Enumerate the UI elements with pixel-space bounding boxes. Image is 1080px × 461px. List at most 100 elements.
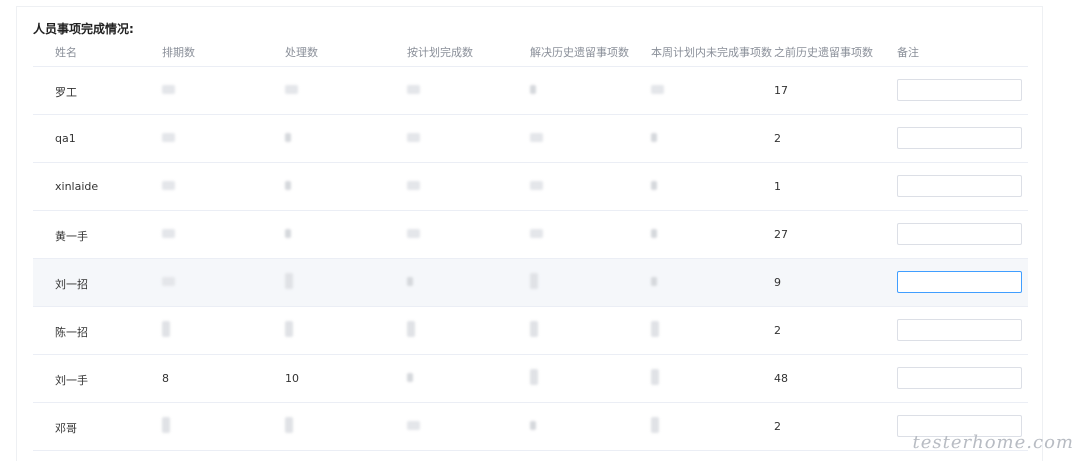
cell-on-plan bbox=[407, 420, 420, 433]
cell-unfinished bbox=[651, 132, 657, 145]
cell-prior-legacy: 9 bbox=[774, 276, 781, 289]
remark-input[interactable] bbox=[897, 319, 1022, 341]
column-header-remark: 备注 bbox=[897, 46, 919, 59]
column-header-on-plan: 按计划完成数 bbox=[407, 46, 473, 59]
person-name: 罗工 bbox=[55, 86, 77, 99]
cell-on-plan bbox=[407, 84, 420, 97]
redacted-value bbox=[530, 85, 536, 94]
column-header-resolved-legacy: 解决历史遗留事项数 bbox=[530, 46, 629, 59]
table-row: 邓哥 2 bbox=[33, 403, 1028, 451]
remark-input[interactable] bbox=[897, 223, 1022, 245]
person-name: qa1 bbox=[55, 132, 76, 145]
table-row: qa1 2 bbox=[33, 115, 1028, 163]
cell-prior-legacy: 2 bbox=[774, 132, 781, 145]
cell-resolved-legacy bbox=[530, 180, 543, 193]
cell-unfinished bbox=[651, 84, 664, 97]
cell-unfinished bbox=[651, 417, 659, 436]
redacted-value bbox=[530, 321, 538, 337]
redacted-value bbox=[407, 421, 420, 430]
redacted-value bbox=[651, 133, 657, 142]
redacted-value bbox=[407, 277, 413, 286]
redacted-value bbox=[530, 273, 538, 289]
table-row: 罗工 17 bbox=[33, 67, 1028, 115]
redacted-value bbox=[407, 229, 420, 238]
cell-scheduled: 8 bbox=[162, 372, 169, 385]
table-row: xinlaide 1 bbox=[33, 163, 1028, 211]
redacted-value bbox=[530, 229, 543, 238]
cell-handled bbox=[285, 228, 291, 241]
redacted-value bbox=[407, 181, 420, 190]
cell-scheduled bbox=[162, 321, 170, 340]
section-title: 人员事项完成情况: bbox=[33, 22, 134, 36]
cell-prior-legacy: 2 bbox=[774, 324, 781, 337]
column-header-unfinished: 本周计划内未完成事项数 bbox=[651, 46, 772, 59]
cell-prior-legacy: 17 bbox=[774, 84, 788, 97]
cell-unfinished bbox=[651, 228, 657, 241]
table-row: 刘一手 8 10 48 bbox=[33, 355, 1028, 403]
cell-prior-legacy: 2 bbox=[774, 420, 781, 433]
redacted-value bbox=[651, 417, 659, 433]
cell-scheduled bbox=[162, 84, 175, 97]
cell-handled bbox=[285, 84, 298, 97]
redacted-value bbox=[530, 133, 543, 142]
table-row: 刘一招 9 bbox=[33, 259, 1028, 307]
redacted-value bbox=[651, 369, 659, 385]
cell-unfinished bbox=[651, 180, 657, 193]
redacted-value bbox=[162, 417, 170, 433]
remark-input[interactable] bbox=[897, 127, 1022, 149]
person-name: 刘一手 bbox=[55, 374, 88, 387]
cell-resolved-legacy bbox=[530, 420, 536, 433]
cell-prior-legacy: 1 bbox=[774, 180, 781, 193]
cell-resolved-legacy bbox=[530, 369, 538, 388]
cell-prior-legacy: 27 bbox=[774, 228, 788, 241]
table-row: 黄一手 27 bbox=[33, 211, 1028, 259]
cell-resolved-legacy bbox=[530, 84, 536, 97]
cell-on-plan bbox=[407, 321, 415, 340]
remark-input[interactable] bbox=[897, 79, 1022, 101]
table-body: 罗工 17 qa1 2 xinlaide 1 黄一手 27 刘一招 9 陈一招 2 刘一手 8 10 48 邓哥… bbox=[33, 67, 1028, 451]
cell-resolved-legacy bbox=[530, 321, 538, 340]
column-header-handled: 处理数 bbox=[285, 46, 318, 59]
cell-handled: 10 bbox=[285, 372, 299, 385]
table-row: 陈一招 2 bbox=[33, 307, 1028, 355]
cell-resolved-legacy bbox=[530, 132, 543, 145]
column-header-prior-legacy: 之前历史遗留事项数 bbox=[774, 46, 873, 59]
cell-on-plan bbox=[407, 132, 420, 145]
remark-input[interactable] bbox=[897, 175, 1022, 197]
person-name: 刘一招 bbox=[55, 278, 88, 291]
redacted-value bbox=[285, 181, 291, 190]
person-name: 陈一招 bbox=[55, 326, 88, 339]
redacted-value bbox=[285, 133, 291, 142]
cell-scheduled bbox=[162, 180, 175, 193]
cell-handled bbox=[285, 273, 293, 292]
redacted-value bbox=[651, 277, 657, 286]
redacted-value bbox=[530, 421, 536, 430]
watermark: testerhome.com bbox=[912, 432, 1074, 453]
cell-on-plan bbox=[407, 372, 413, 385]
cell-prior-legacy: 48 bbox=[774, 372, 788, 385]
redacted-value bbox=[530, 369, 538, 385]
person-name: 黄一手 bbox=[55, 230, 88, 243]
cell-scheduled bbox=[162, 276, 175, 289]
remark-input[interactable] bbox=[897, 271, 1022, 293]
redacted-value bbox=[407, 321, 415, 337]
redacted-value bbox=[162, 181, 175, 190]
cell-handled bbox=[285, 132, 291, 145]
person-name: 邓哥 bbox=[55, 422, 77, 435]
redacted-value bbox=[407, 85, 420, 94]
column-header-scheduled: 排期数 bbox=[162, 46, 195, 59]
cell-on-plan bbox=[407, 228, 420, 241]
cell-handled bbox=[285, 180, 291, 193]
remark-input[interactable] bbox=[897, 367, 1022, 389]
redacted-value bbox=[530, 181, 543, 190]
redacted-value bbox=[285, 273, 293, 289]
cell-unfinished bbox=[651, 321, 659, 340]
personnel-table: 姓名 排期数 处理数 按计划完成数 解决历史遗留事项数 本周计划内未完成事项数 … bbox=[33, 36, 1028, 451]
redacted-value bbox=[162, 133, 175, 142]
redacted-value bbox=[162, 277, 175, 286]
redacted-value bbox=[407, 373, 413, 382]
redacted-value bbox=[162, 229, 175, 238]
cell-on-plan bbox=[407, 180, 420, 193]
cell-resolved-legacy bbox=[530, 228, 543, 241]
cell-scheduled bbox=[162, 132, 175, 145]
